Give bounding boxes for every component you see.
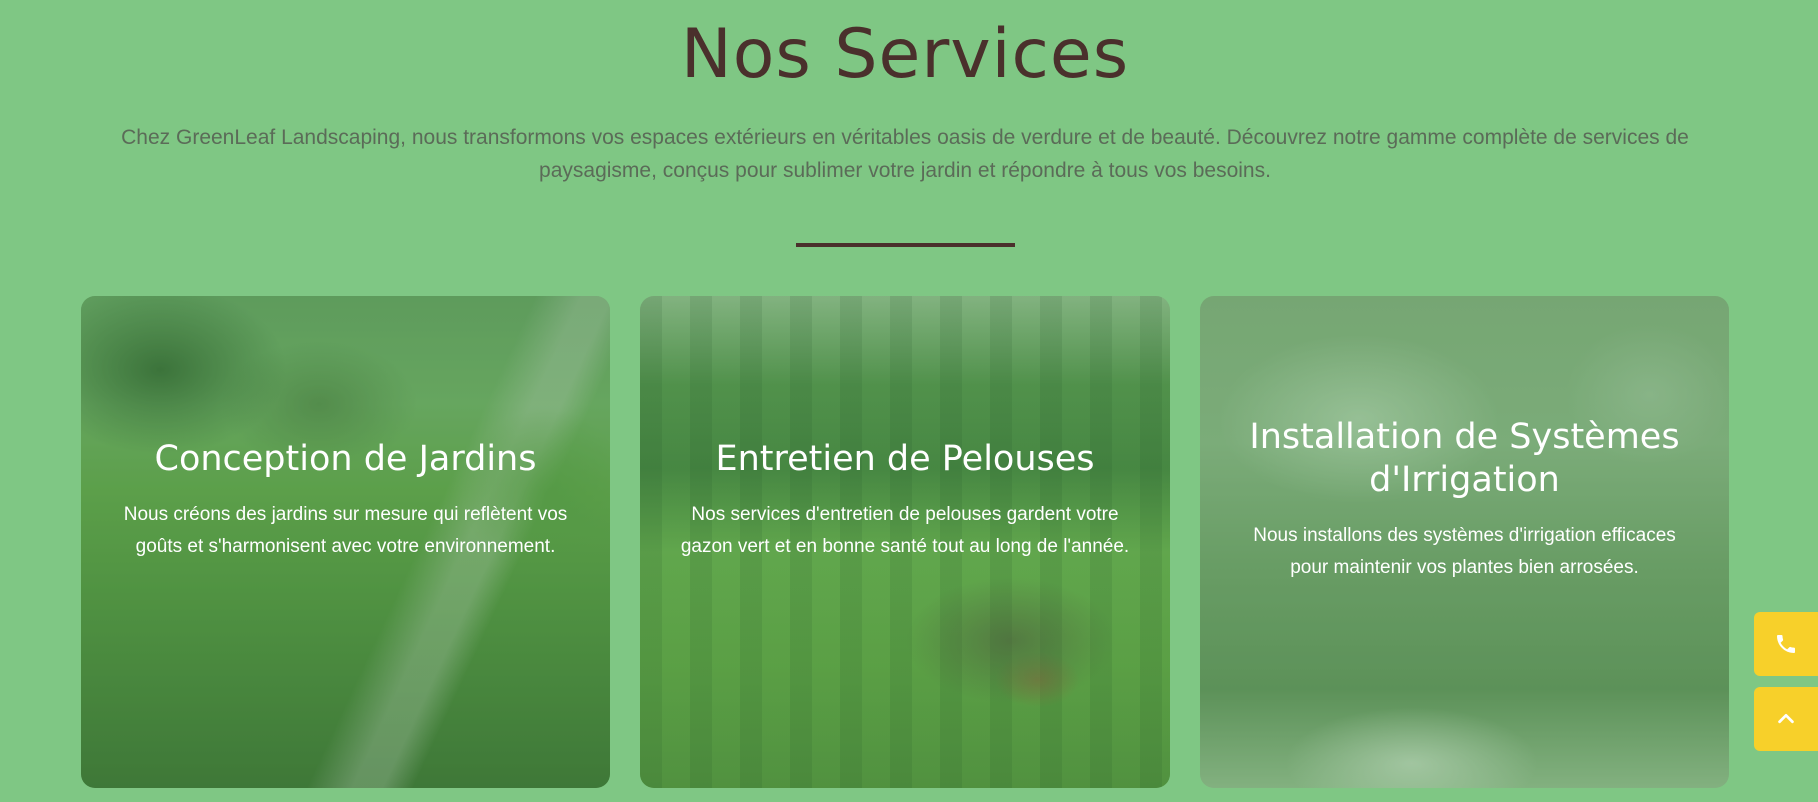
service-description: Nos services d'entretien de pelouses gar… [680,503,1130,557]
chevron-up-icon [1775,708,1797,730]
service-card-lawn-care[interactable]: Entretien de Pelouses Nos services d'ent… [640,296,1170,788]
service-description: Nous installons des systèmes d'irrigatio… [1253,525,1676,578]
phone-button[interactable] [1754,612,1818,676]
service-card-irrigation[interactable]: Installation de Systèmes d'Irrigation No… [1200,296,1729,788]
service-title: Entretien de Pelouses [715,438,1095,479]
back-to-top-button[interactable] [1754,687,1818,751]
service-title: Installation de Systèmes d'Irrigation [1249,417,1680,500]
phone-icon [1774,632,1798,656]
section-title: Nos Services [680,15,1130,94]
title-divider [796,243,1015,247]
service-description: Nous créons des jardins sur mesure qui r… [123,503,568,557]
service-card-garden-design[interactable]: Conception de Jardins Nous créons des ja… [81,296,610,788]
section-intro: Chez GreenLeaf Landscaping, nous transfo… [121,126,1689,182]
service-title: Conception de Jardins [154,438,537,479]
